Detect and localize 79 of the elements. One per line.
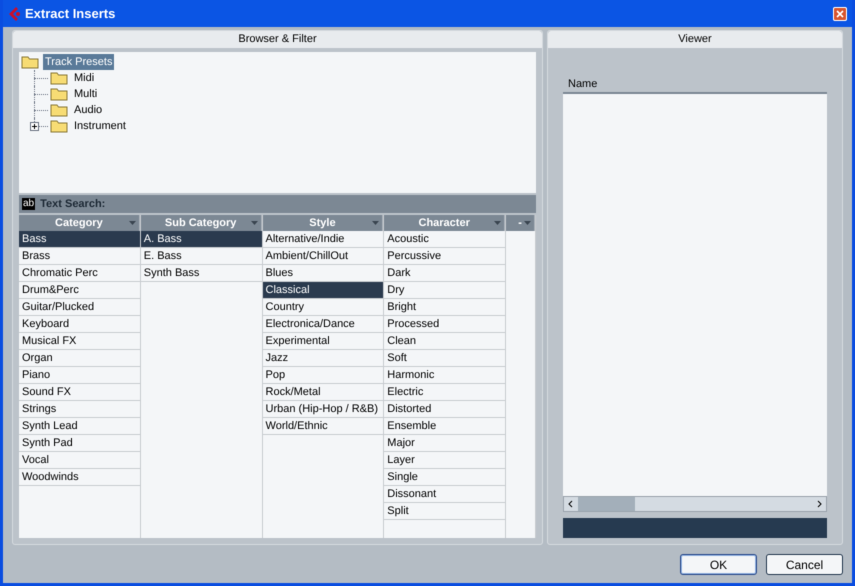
list-item[interactable]: Dry bbox=[384, 282, 506, 299]
list-item[interactable]: Dark bbox=[384, 265, 506, 282]
list-item[interactable]: Vocal bbox=[19, 452, 140, 469]
tree-item[interactable]: Multi bbox=[72, 86, 100, 102]
list-item[interactable]: Processed bbox=[384, 316, 506, 333]
list-item[interactable]: Harmonic bbox=[384, 367, 506, 384]
list-item[interactable]: Clean bbox=[384, 333, 506, 350]
list-item[interactable]: Musical FX bbox=[19, 333, 140, 350]
list-item[interactable]: Brass bbox=[19, 248, 140, 265]
list-item[interactable]: Urban (Hip-Hop / R&B) bbox=[262, 401, 384, 418]
dialog-button[interactable]: Cancel bbox=[766, 554, 843, 575]
dropdown-arrow-icon bbox=[372, 221, 380, 225]
column-header[interactable]: Name bbox=[563, 77, 602, 92]
list-item[interactable]: Jazz bbox=[262, 350, 384, 367]
list-item[interactable]: Sound FX bbox=[19, 384, 140, 401]
dropdown-arrow-icon bbox=[128, 221, 136, 225]
list-item[interactable]: Dissonant bbox=[384, 486, 506, 503]
list-item[interactable]: Keyboard bbox=[19, 316, 140, 333]
list-item[interactable]: Country bbox=[262, 299, 384, 316]
column-header[interactable]: Style bbox=[262, 215, 384, 231]
list-item[interactable]: Electronica/Dance bbox=[262, 316, 384, 333]
list-item[interactable]: Strings bbox=[19, 401, 140, 418]
list-item[interactable]: Soft bbox=[384, 350, 506, 367]
list-item[interactable]: Layer bbox=[384, 452, 506, 469]
list-item[interactable]: Bass bbox=[19, 231, 140, 248]
list-item[interactable]: Woodwinds bbox=[19, 469, 140, 486]
dropdown-arrow-icon bbox=[250, 221, 258, 225]
tree-item[interactable]: Audio bbox=[72, 102, 104, 118]
tree-item[interactable]: Instrument bbox=[72, 118, 128, 134]
list-item[interactable]: Classical bbox=[262, 282, 384, 299]
list-item[interactable]: Chromatic Perc bbox=[19, 265, 140, 282]
list-item[interactable]: Single bbox=[384, 469, 506, 486]
list-item[interactable]: Percussive bbox=[384, 248, 506, 265]
horizontal-scrollbar[interactable] bbox=[563, 496, 827, 512]
panel-title: Viewer bbox=[548, 31, 842, 48]
list-item[interactable]: A. Bass bbox=[140, 231, 262, 248]
list-item[interactable]: Ambient/ChillOut bbox=[262, 248, 384, 265]
list-item[interactable]: Pop bbox=[262, 367, 384, 384]
tree-item[interactable]: Midi bbox=[72, 70, 96, 86]
app-logo-icon bbox=[7, 6, 21, 22]
dropdown-arrow-icon bbox=[524, 221, 531, 225]
list-item[interactable]: Guitar/Plucked bbox=[19, 299, 140, 316]
dialog-button[interactable]: OK bbox=[680, 554, 757, 575]
list-item[interactable]: Ensemble bbox=[384, 418, 506, 435]
list-item[interactable]: Electric bbox=[384, 384, 506, 401]
list-item[interactable]: Experimental bbox=[262, 333, 384, 350]
folder-icon bbox=[50, 103, 68, 117]
column-header[interactable]: Sub Category bbox=[140, 215, 262, 231]
close-icon bbox=[836, 10, 844, 18]
text-search-label[interactable]: Text Search: bbox=[40, 196, 106, 212]
list-item[interactable]: Synth Lead bbox=[19, 418, 140, 435]
list-item[interactable]: Synth Pad bbox=[19, 435, 140, 452]
dropdown-arrow-icon bbox=[494, 221, 502, 225]
list-item[interactable]: Bright bbox=[384, 299, 506, 316]
tree-item[interactable]: Track Presets bbox=[43, 54, 114, 70]
list-item[interactable]: Distorted bbox=[384, 401, 506, 418]
list-item[interactable]: Synth Bass bbox=[140, 265, 262, 282]
list-item[interactable]: Rock/Metal bbox=[262, 384, 384, 401]
list-item[interactable]: World/Ethnic bbox=[262, 418, 384, 435]
text-search-icon: ab bbox=[22, 198, 36, 210]
folder-icon bbox=[50, 87, 68, 101]
list-item[interactable]: Major bbox=[384, 435, 506, 452]
column-header[interactable]: Category bbox=[19, 215, 140, 231]
panel-title: Browser & Filter bbox=[13, 31, 542, 48]
folder-icon bbox=[21, 55, 39, 69]
close-button[interactable] bbox=[833, 6, 847, 20]
list-item[interactable]: E. Bass bbox=[140, 248, 262, 265]
folder-icon bbox=[50, 119, 68, 133]
column-header[interactable]: - bbox=[506, 215, 535, 231]
list-item[interactable]: Piano bbox=[19, 367, 140, 384]
column-header[interactable]: Character bbox=[384, 215, 506, 231]
list-item[interactable]: Split bbox=[384, 503, 506, 520]
expand-toggle[interactable] bbox=[30, 122, 39, 131]
list-item[interactable]: Drum&Perc bbox=[19, 282, 140, 299]
plus-icon bbox=[31, 123, 38, 130]
list-item[interactable]: Acoustic bbox=[384, 231, 506, 248]
list-item[interactable]: Alternative/Indie bbox=[262, 231, 384, 248]
list-item[interactable]: Organ bbox=[19, 350, 140, 367]
window-title: Extract Inserts bbox=[25, 4, 116, 23]
